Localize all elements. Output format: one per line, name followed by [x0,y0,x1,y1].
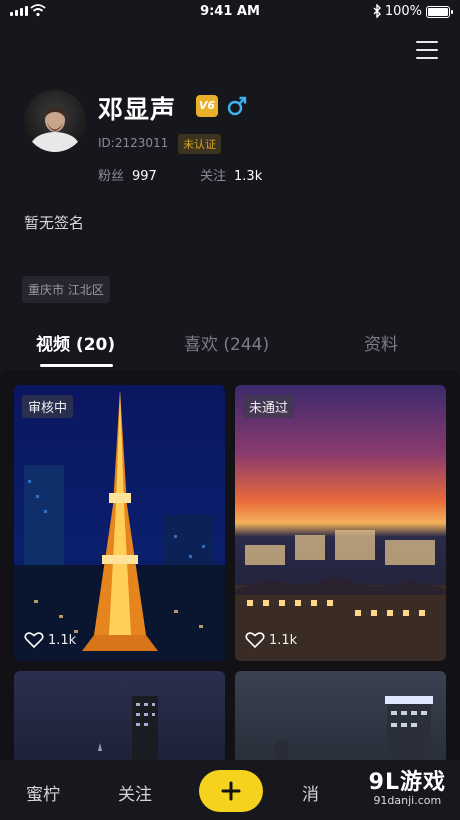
fans-label: 粉丝 [98,169,125,184]
follows-label: 关注 [200,169,227,184]
heart-icon [24,632,44,649]
like-count[interactable]: 1.1k [245,631,297,649]
review-status-label: 未通过 [243,395,295,418]
video-card[interactable]: 审核中 1.1k [14,385,225,661]
avatar[interactable] [24,90,86,152]
watermark-url: 91danji.com [373,794,442,807]
tab-info[interactable]: 资料 [364,330,398,355]
video-thumbnail [235,385,446,661]
video-grid: 审核中 1.1k 未通过 1.1k [0,370,460,760]
location-tag: 重庆市 江北区 [22,276,110,303]
signature: 暂无签名 [24,214,85,232]
vip-badge: V6 [196,95,218,117]
content-tabs: 视频 (20) 喜欢 (244) 资料 [0,330,460,367]
site-watermark: 9L游戏 91danji.com [369,764,446,807]
like-count[interactable]: 1.1k [24,631,76,649]
review-status-label: 审核中 [22,395,74,418]
add-button[interactable] [199,770,263,812]
fans-count: 997 [132,169,157,184]
like-count-text: 1.1k [269,632,298,648]
verify-status-badge[interactable]: 未认证 [178,134,221,154]
video-card[interactable] [235,671,446,760]
video-thumbnail [14,385,225,661]
video-card[interactable] [14,671,225,760]
fans-stat[interactable]: 粉丝 997 [98,165,157,184]
nav-messages[interactable]: 消 [302,780,319,805]
profile-name: 邓显声 [98,95,177,124]
battery-icon [426,6,453,18]
active-tab-indicator [40,364,113,367]
video-thumbnail [235,671,446,760]
watermark-title: 9L游戏 [368,770,446,795]
plus-icon [221,781,241,801]
follows-stat[interactable]: 关注 1.3k [200,165,262,184]
video-thumbnail [14,671,225,760]
tab-likes[interactable]: 喜欢 (244) [184,330,269,355]
user-id: ID:2123011 [98,136,169,150]
bluetooth-icon [373,4,381,18]
menu-button[interactable] [416,41,438,59]
video-card[interactable]: 未通过 1.1k [235,385,446,661]
male-gender-icon [227,96,247,116]
like-count-text: 1.1k [48,632,77,648]
heart-icon [245,632,265,649]
follows-count: 1.3k [234,169,263,184]
tab-videos[interactable]: 视频 (20) [36,330,115,355]
status-bar: 9:41 AM 100% [0,0,460,24]
battery-percent: 100% [384,4,422,19]
nav-follow[interactable]: 关注 [118,780,152,805]
nav-home[interactable]: 蜜柠 [26,780,60,805]
avatar-person-icon [31,106,79,152]
